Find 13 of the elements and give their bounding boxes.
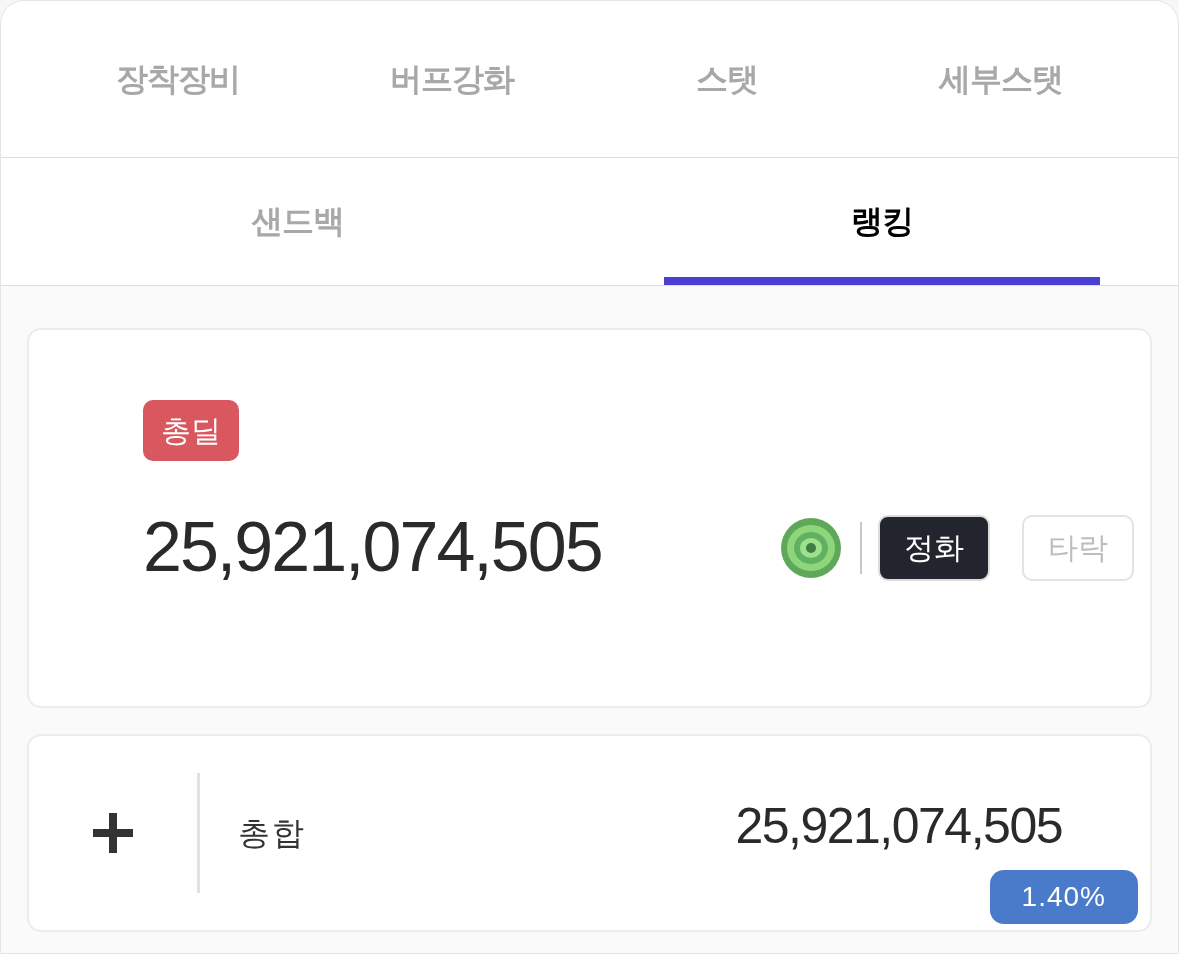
- tab[interactable]: 스탯: [589, 55, 864, 103]
- percent-badge: 1.40%: [989, 870, 1138, 924]
- total-damage-value: 25,921,074,505: [143, 507, 603, 588]
- plus-icon: [93, 813, 133, 853]
- total-damage-tag: 총딜: [143, 400, 239, 461]
- tab[interactable]: 세부스탯: [863, 55, 1138, 103]
- mode-toggle[interactable]: 타락: [1022, 514, 1134, 581]
- tab[interactable]: 버프강화: [315, 55, 590, 103]
- row-label: 총합: [238, 814, 307, 853]
- row-value: 25,921,074,505: [735, 796, 1062, 856]
- tab[interactable]: 샌드백: [79, 158, 516, 285]
- mode-toggle[interactable]: 정화: [878, 514, 990, 581]
- tab[interactable]: 장착장비: [41, 55, 316, 103]
